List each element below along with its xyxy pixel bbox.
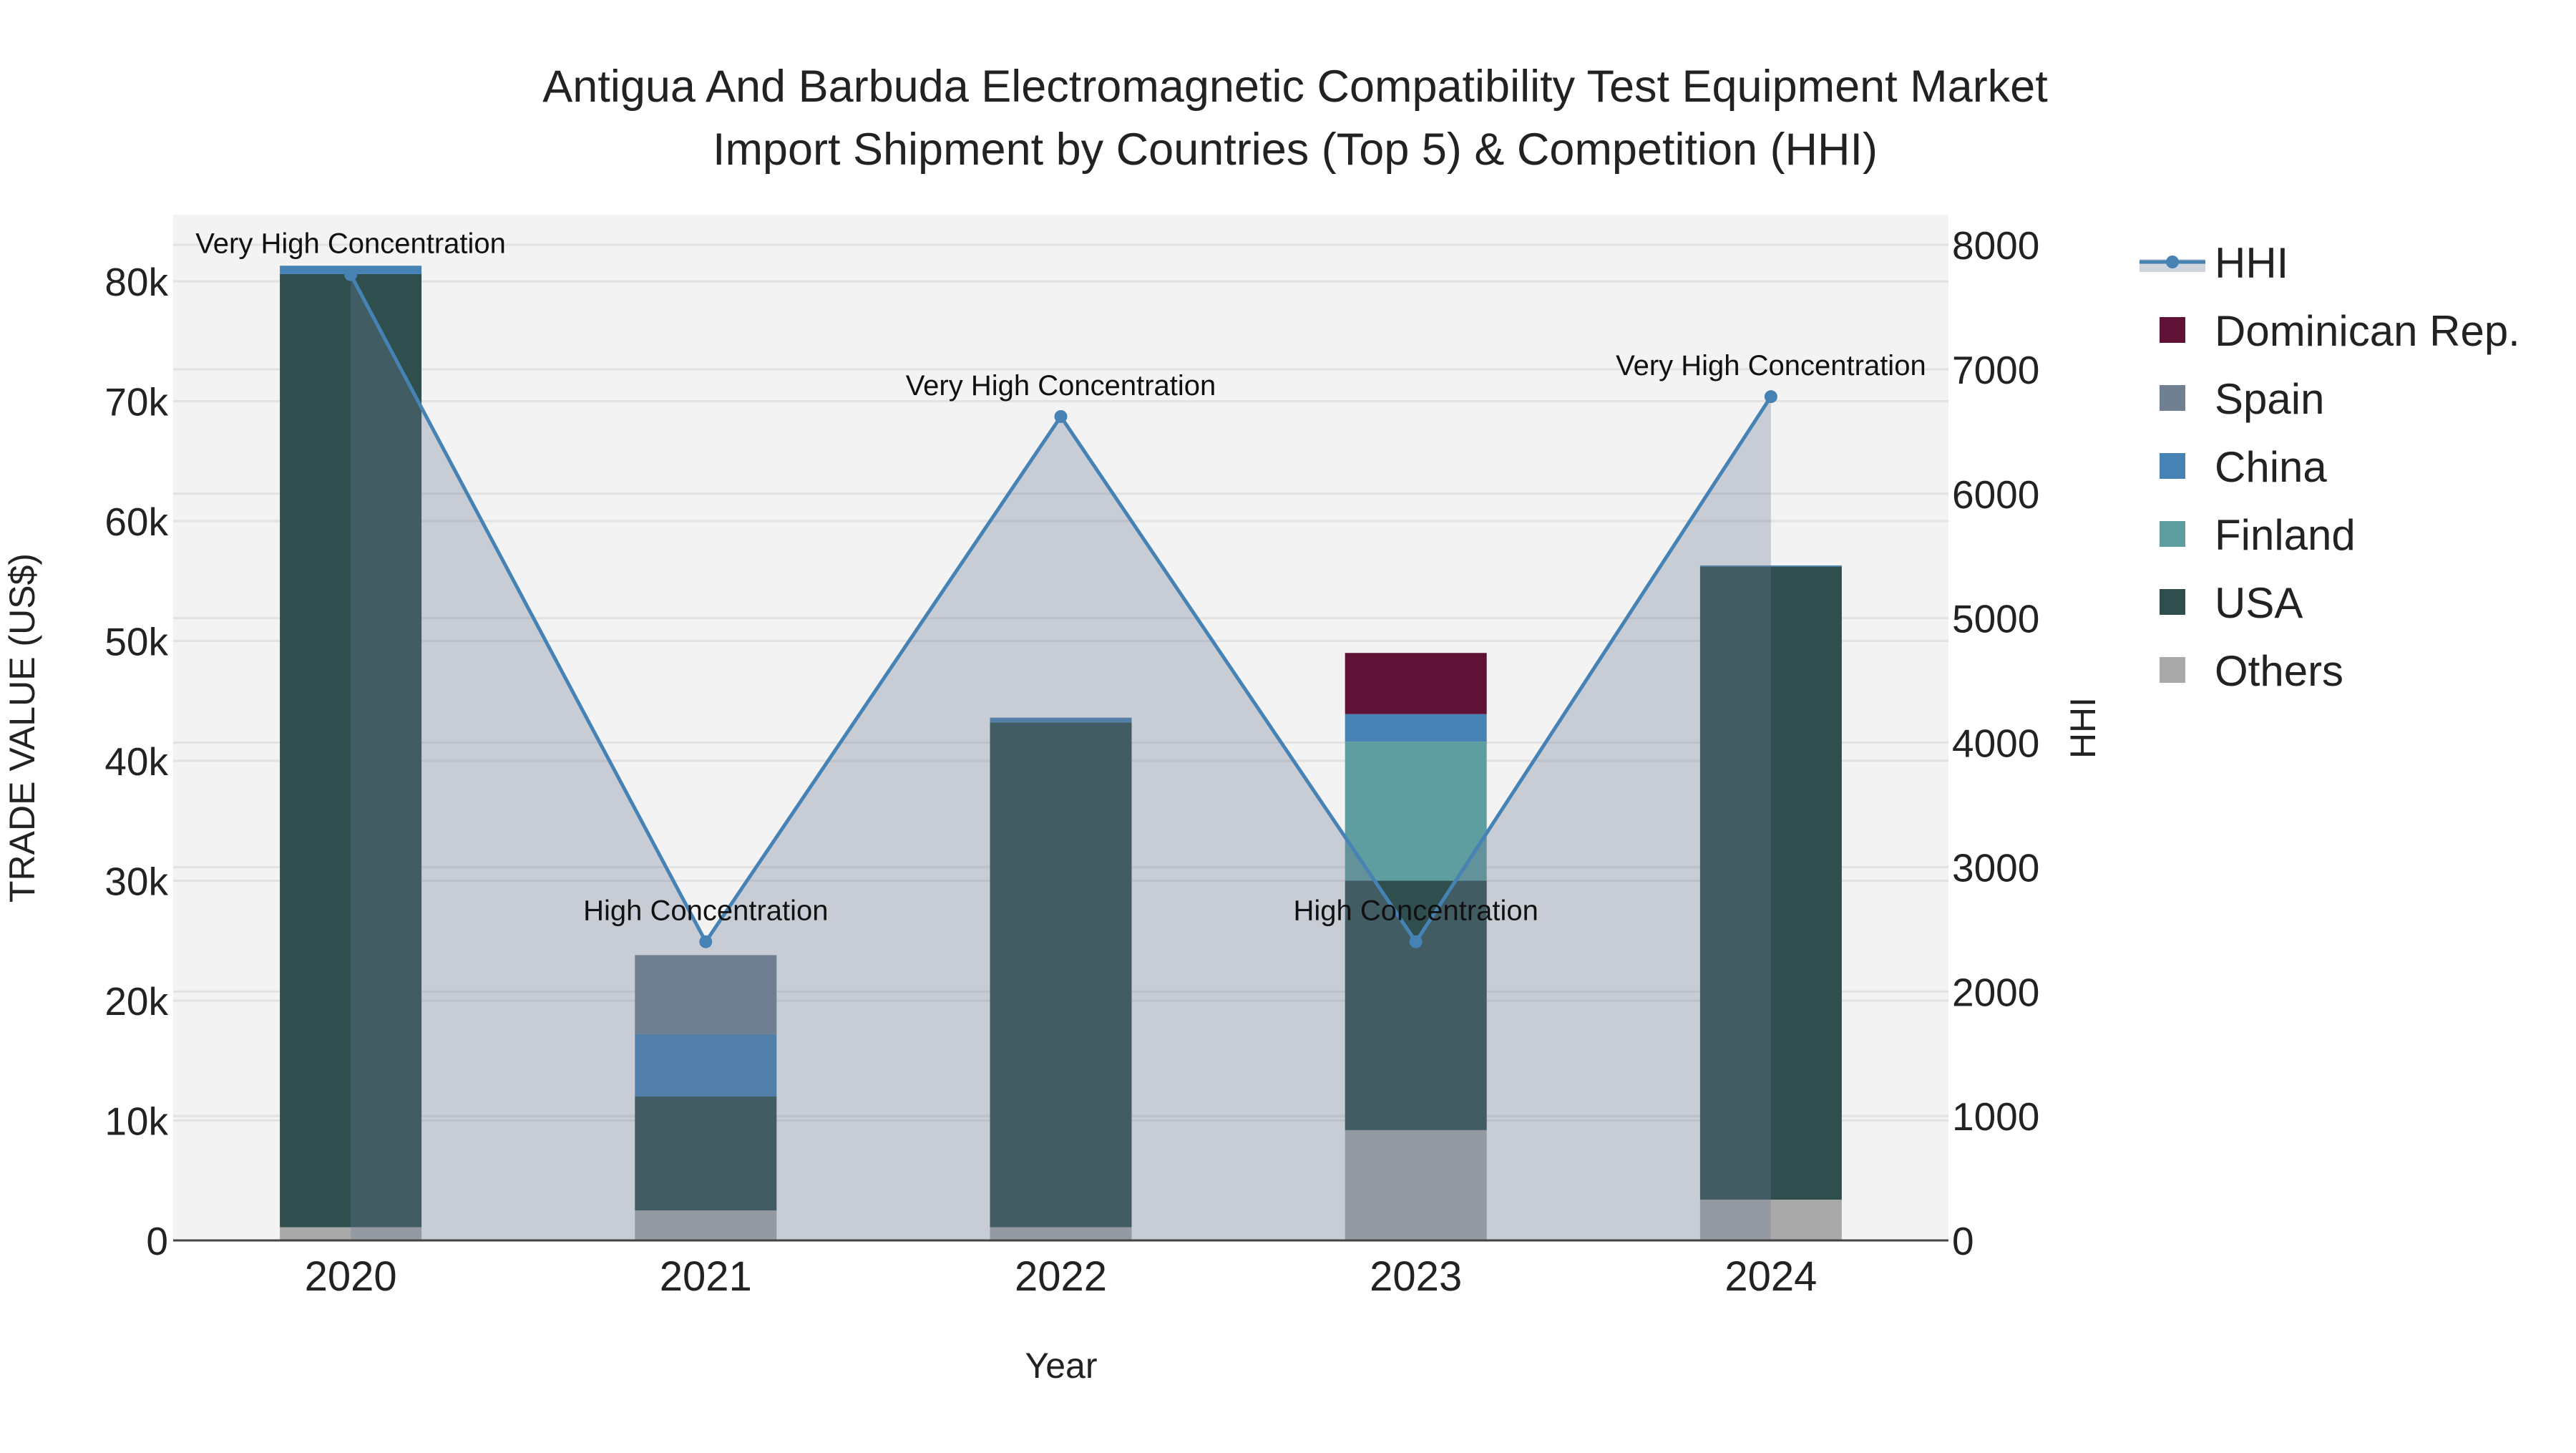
y2-tick-label: 2000 — [1952, 970, 2039, 1014]
legend-swatch-china — [2160, 453, 2185, 479]
hhi-annotation: Very High Concentration — [906, 370, 1216, 402]
bar-dominican-rep--2023 — [1345, 653, 1487, 714]
y2-tick-label: 3000 — [1952, 845, 2039, 890]
y-tick-label: 80k — [104, 260, 168, 304]
chart-title-line2: Import Shipment by Countries (Top 5) & C… — [713, 125, 1878, 175]
legend-label: USA — [2215, 579, 2303, 627]
y-tick-label: 40k — [104, 739, 168, 784]
legend-label: China — [2215, 443, 2327, 491]
y-tick-label: 30k — [104, 860, 168, 904]
hhi-point-2021 — [699, 935, 713, 948]
legend-label-hhi: HHI — [2215, 239, 2288, 287]
x-tick-label: 2022 — [1015, 1253, 1107, 1300]
x-tick-label: 2020 — [305, 1253, 397, 1300]
y-tick-label: 10k — [104, 1099, 168, 1144]
y2-tick-label: 8000 — [1952, 223, 2039, 268]
y2-tick-label: 0 — [1952, 1219, 1974, 1263]
legend-swatch-others — [2160, 657, 2185, 683]
y2-tick-label: 6000 — [1952, 472, 2039, 517]
legend: HHI Dominican Rep. Spain China Finland USA Oth… — [2140, 239, 2520, 695]
y-tick-label: 20k — [104, 979, 168, 1024]
y-tick-label: 60k — [104, 500, 168, 544]
legend-label: Others — [2215, 647, 2343, 695]
hhi-annotation: High Concentration — [1293, 895, 1538, 927]
hhi-annotation: Very High Concentration — [195, 228, 506, 260]
y2-tick-label: 4000 — [1952, 721, 2039, 766]
legend-swatch-dominican-rep- — [2160, 317, 2185, 343]
hhi-annotation: High Concentration — [583, 895, 828, 927]
x-tick-label: 2023 — [1370, 1253, 1462, 1300]
hhi-point-2023 — [1409, 935, 1423, 948]
legend-swatch-spain — [2160, 385, 2185, 411]
legend-label: Dominican Rep. — [2215, 307, 2520, 355]
chart-title-line1: Antigua And Barbuda Electromagnetic Comp… — [542, 62, 2048, 112]
x-tick-label: 2024 — [1724, 1253, 1817, 1300]
legend-label: Finland — [2215, 511, 2356, 559]
y2-tick-label: 7000 — [1952, 348, 2039, 392]
x-axis-title: Year — [1025, 1346, 1097, 1386]
legend-label: Spain — [2215, 375, 2324, 423]
y-tick-label: 50k — [104, 620, 168, 664]
x-tick-label: 2021 — [660, 1253, 752, 1300]
legend-swatch-finland — [2160, 521, 2185, 547]
y2-axis-title: HHI — [2063, 697, 2103, 759]
legend-hhi-marker — [2166, 256, 2179, 268]
hhi-point-2024 — [1764, 390, 1777, 404]
hhi-point-2022 — [1054, 409, 1068, 423]
y-axis-title: TRADE VALUE (US$) — [2, 553, 42, 903]
bar-china-2023 — [1345, 714, 1487, 742]
legend-swatch-usa — [2160, 589, 2185, 615]
y2-tick-label: 1000 — [1952, 1094, 2039, 1139]
hhi-annotation: Very High Concentration — [1616, 350, 1926, 382]
y-tick-label: 0 — [146, 1219, 168, 1263]
y-tick-label: 70k — [104, 380, 168, 424]
chart: 0 10k 20k 30k 40k 50k 60k 70k 80k 0 1000 2000 3000 40… — [2, 62, 2520, 1386]
hhi-point-2020 — [344, 268, 358, 281]
y2-tick-label: 5000 — [1952, 597, 2039, 641]
bar-finland-2023 — [1345, 742, 1487, 881]
